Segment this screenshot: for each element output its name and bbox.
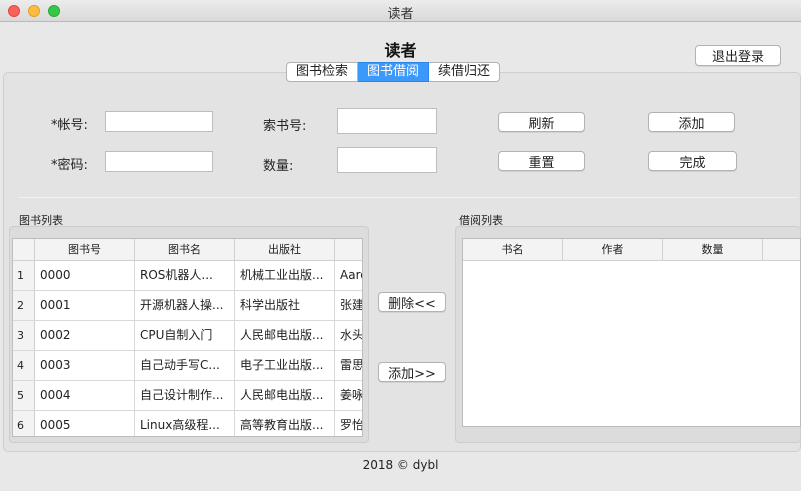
cell-author: 水头 <box>340 328 363 342</box>
page-title: 读者 <box>384 41 417 60</box>
call-number-label: 索书号: <box>263 119 307 134</box>
cell-book-name: CPU自制入门 <box>135 321 235 350</box>
tab-renew-return[interactable]: 续借归还 <box>429 62 501 82</box>
cell-book-name: 开源机器人操... <box>135 291 235 320</box>
cell-publisher: 人民邮电出版... <box>235 321 335 350</box>
column-header-book-title[interactable]: 书名 <box>463 239 563 260</box>
remove-from-borrow-button[interactable]: 删除<< <box>378 292 446 312</box>
row-number: 6 <box>13 411 35 436</box>
column-header-publisher[interactable]: 出版社 <box>235 239 335 260</box>
window-title: 读者 <box>387 7 414 22</box>
tab-book-borrow[interactable]: 图书借阅 <box>358 62 430 82</box>
tab-book-search[interactable]: 图书检索 <box>286 62 359 82</box>
add-button[interactable]: 添加 <box>648 112 735 132</box>
cell-author: Aaro <box>340 268 362 282</box>
row-number: 1 <box>13 261 35 290</box>
table-row[interactable]: 2 0001 开源机器人操... 科学出版社 张建 <box>13 291 362 321</box>
borrow-list-header: 书名 作者 数量 <box>463 239 800 261</box>
add-to-borrow-button[interactable]: 添加>> <box>378 362 446 382</box>
cell-book-id: 0002 <box>35 321 135 350</box>
tab-bar: 图书检索 图书借阅 续借归还 <box>286 62 501 82</box>
cell-publisher: 人民邮电出版... <box>235 381 335 410</box>
cell-book-name: ROS机器人... <box>135 261 235 290</box>
cell-author: 雷思 <box>340 358 363 372</box>
row-number: 2 <box>13 291 35 320</box>
cell-author: 张建 <box>340 298 363 312</box>
table-row[interactable]: 1 0000 ROS机器人... 机械工业出版... Aaro <box>13 261 362 291</box>
table-row[interactable]: 5 0004 自己设计制作... 人民邮电出版... 姜咏 <box>13 381 362 411</box>
cell-book-id: 0003 <box>35 351 135 380</box>
password-input[interactable] <box>105 151 213 172</box>
cell-book-name: 自己设计制作... <box>135 381 235 410</box>
account-input[interactable] <box>105 111 213 132</box>
row-number: 3 <box>13 321 35 350</box>
corner-cell <box>13 239 35 260</box>
cell-author: 姜咏 <box>340 388 363 402</box>
password-label: *密码: <box>51 158 88 173</box>
quantity-label: 数量: <box>263 159 294 174</box>
cell-book-id: 0004 <box>35 381 135 410</box>
column-header-extra[interactable] <box>763 239 800 260</box>
column-header-quantity[interactable]: 数量 <box>663 239 763 260</box>
book-list-table[interactable]: 图书号 图书名 出版社 1 0000 ROS机器人... 机械工业出版... A… <box>12 238 363 437</box>
quantity-input[interactable] <box>337 147 437 173</box>
cell-publisher: 高等教育出版... <box>235 411 335 436</box>
call-number-input[interactable] <box>337 108 437 134</box>
column-header-author[interactable]: 作者 <box>563 239 663 260</box>
book-list-header: 图书号 图书名 出版社 <box>13 239 362 261</box>
row-number: 5 <box>13 381 35 410</box>
logout-button[interactable]: 退出登录 <box>695 45 781 66</box>
table-row[interactable]: 6 0005 Linux高级程... 高等教育出版... 罗怡 <box>13 411 363 436</box>
reset-button[interactable]: 重置 <box>498 151 585 171</box>
table-row[interactable]: 3 0002 CPU自制入门 人民邮电出版... 水头 <box>13 321 362 351</box>
row-number: 4 <box>13 351 35 380</box>
account-label: *帐号: <box>51 118 88 133</box>
cell-publisher: 科学出版社 <box>235 291 335 320</box>
column-header-author[interactable] <box>335 239 362 260</box>
refresh-button[interactable]: 刷新 <box>498 112 585 132</box>
divider <box>18 197 798 198</box>
cell-book-name: 自己动手写C... <box>135 351 235 380</box>
column-header-book-name[interactable]: 图书名 <box>135 239 235 260</box>
footer-copyright: 2018 © dybl <box>362 458 439 472</box>
table-row[interactable]: 4 0003 自己动手写C... 电子工业出版... 雷思 <box>13 351 362 381</box>
cell-book-id: 0005 <box>35 411 135 436</box>
cell-book-name: Linux高级程... <box>135 411 235 436</box>
cell-publisher: 机械工业出版... <box>235 261 335 290</box>
cell-book-id: 0001 <box>35 291 135 320</box>
borrow-list-table[interactable]: 书名 作者 数量 <box>462 238 801 427</box>
done-button[interactable]: 完成 <box>648 151 737 171</box>
column-header-book-id[interactable]: 图书号 <box>35 239 135 260</box>
cell-book-id: 0000 <box>35 261 135 290</box>
cell-author: 罗怡 <box>340 418 363 432</box>
cell-publisher: 电子工业出版... <box>235 351 335 380</box>
